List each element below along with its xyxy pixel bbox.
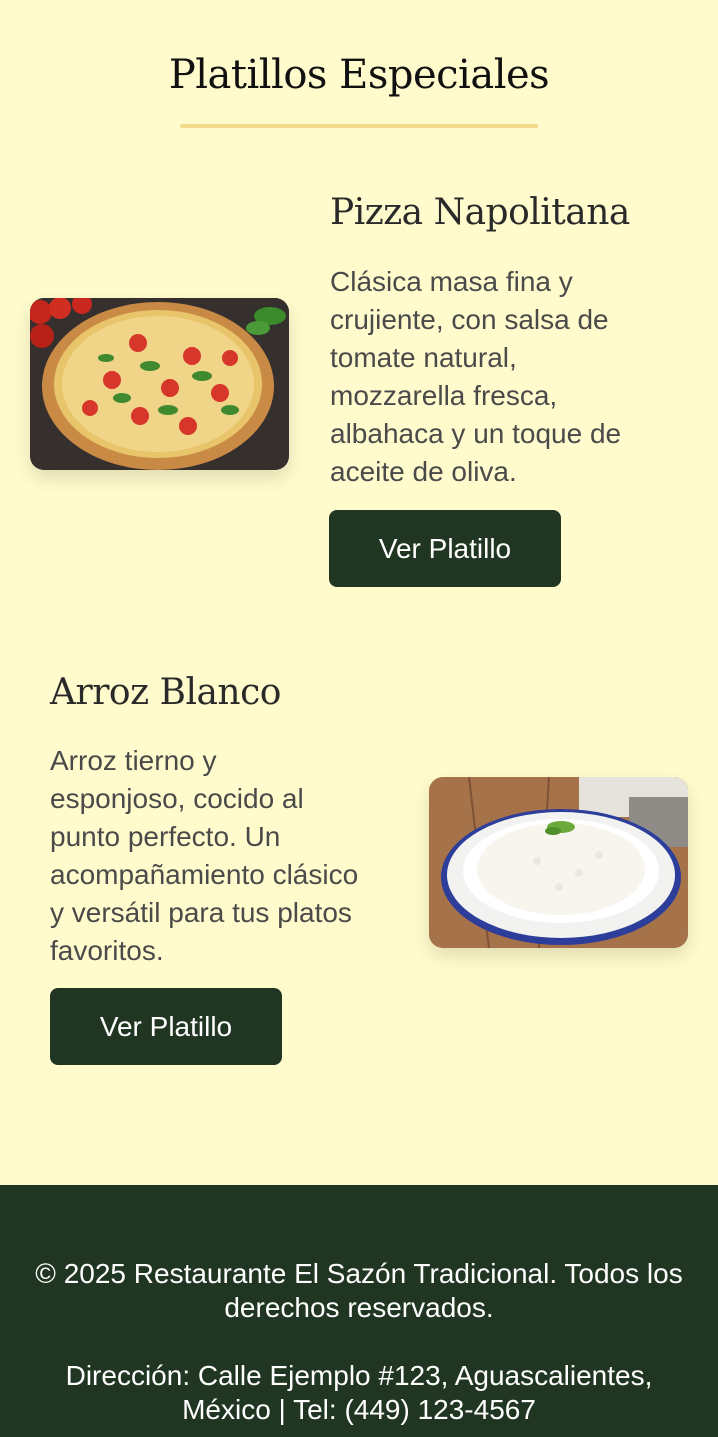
footer-contact: México | Tel: (449) 123-4567 — [182, 1394, 536, 1425]
title-underline — [180, 124, 538, 128]
ver-platillo-button[interactable]: Ver Platillo — [329, 510, 561, 587]
rice-image — [429, 777, 688, 948]
footer-copyright: derechos reservados. — [224, 1292, 494, 1323]
section-title: Platillos Especiales — [168, 52, 550, 98]
dish-name: Arroz Blanco — [50, 672, 281, 713]
footer: © 2025 Restaurante El Sazón Tradicional.… — [0, 1185, 718, 1437]
ver-platillo-button[interactable]: Ver Platillo — [50, 988, 282, 1065]
dish-description: Clásica masa fina y crujiente, con salsa… — [330, 266, 622, 487]
dish-name: Pizza Napolitana — [330, 192, 630, 233]
footer-copyright: © 2025 Restaurante El Sazón Tradicional.… — [35, 1258, 683, 1289]
dish-description: Arroz tierno y esponjoso, cocido al punt… — [50, 745, 359, 966]
footer-contact: Dirección: Calle Ejemplo #123, Aguascali… — [65, 1360, 653, 1391]
pizza-image — [30, 298, 289, 470]
